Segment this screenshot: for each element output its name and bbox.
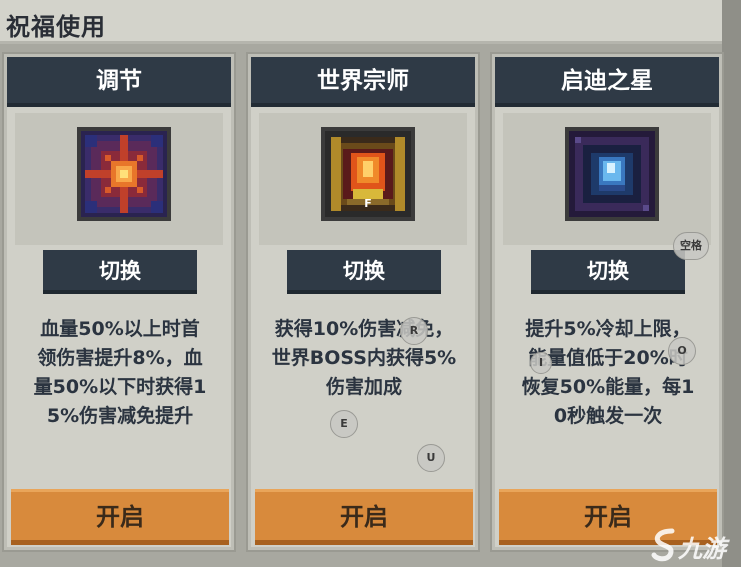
card-description: 血量50%以上时首 领伤害提升8%，血 量50%以下时获得1 5%伤害减免提升 [11,315,229,431]
description-line: 5%伤害减免提升 [46,405,194,427]
panel-title: 祝福使用 [6,13,106,41]
card-title: 世界宗师 [251,57,475,107]
open-button[interactable]: 开启 [11,489,229,545]
blessing-card-world-master: 世界宗师 F 切换 获得10%伤害减免， 世界BOSS内获得5% 伤害加成 开启 [246,52,480,552]
card-title: 启迪之星 [495,57,719,107]
key-hint-e[interactable]: E [330,410,358,438]
blessing-card-enlightenment-star: 启迪之星 切换 提升5%冷却上限， 能量值低于20%时 恢复50%能量，每1 0… [490,52,724,552]
watermark-text: 九游 [678,535,726,563]
key-hint-space[interactable]: 空格 [673,232,709,260]
card-title: 调节 [7,57,231,107]
description-line: 领伤害提升8%，血 [37,347,203,369]
icon-area [503,113,711,245]
switch-button[interactable]: 切换 [531,250,685,294]
swirl-logo-icon [651,528,675,562]
crystal-star-icon [565,127,659,221]
fire-crest-icon: F [321,127,415,221]
switch-button[interactable]: 切换 [287,250,441,294]
description-line: 恢复50%能量，每1 [521,376,695,398]
key-hint-r[interactable]: R [400,317,428,345]
icon-area: F [259,113,467,245]
shortcut-key-label: F [364,197,372,210]
blessing-panel: 祝福使用 调节 切换 血量50%以上时首 领伤害提升8%，血 量50%以下时获得… [0,0,741,567]
description-line: 获得10%伤害减免， [274,318,454,340]
card-description: 提升5%冷却上限， 能量值低于20%时 恢复50%能量，每1 0秒触发一次 [499,315,717,431]
description-line: 0秒触发一次 [553,405,663,427]
card-description: 获得10%伤害减免， 世界BOSS内获得5% 伤害加成 [255,315,473,402]
right-edge [722,0,741,567]
title-bar: 祝福使用 [0,0,722,44]
icon-area [15,113,223,245]
description-line: 量50%以下时获得1 [33,376,207,398]
key-hint-o[interactable]: O [668,337,696,365]
description-line: 伤害加成 [325,376,402,398]
key-hint-u[interactable]: U [417,444,445,472]
sun-burst-icon [77,127,171,221]
open-button[interactable]: 开启 [255,489,473,545]
key-hint-i[interactable]: I [530,352,552,374]
switch-button[interactable]: 切换 [43,250,197,294]
description-line: 血量50%以上时首 [40,318,200,340]
watermark-logo: 九游 [646,525,741,567]
description-line: 世界BOSS内获得5% [271,347,457,369]
blessing-card-tiaojie: 调节 切换 血量50%以上时首 领伤害提升8%，血 量50%以下时获得1 5%伤… [2,52,236,552]
